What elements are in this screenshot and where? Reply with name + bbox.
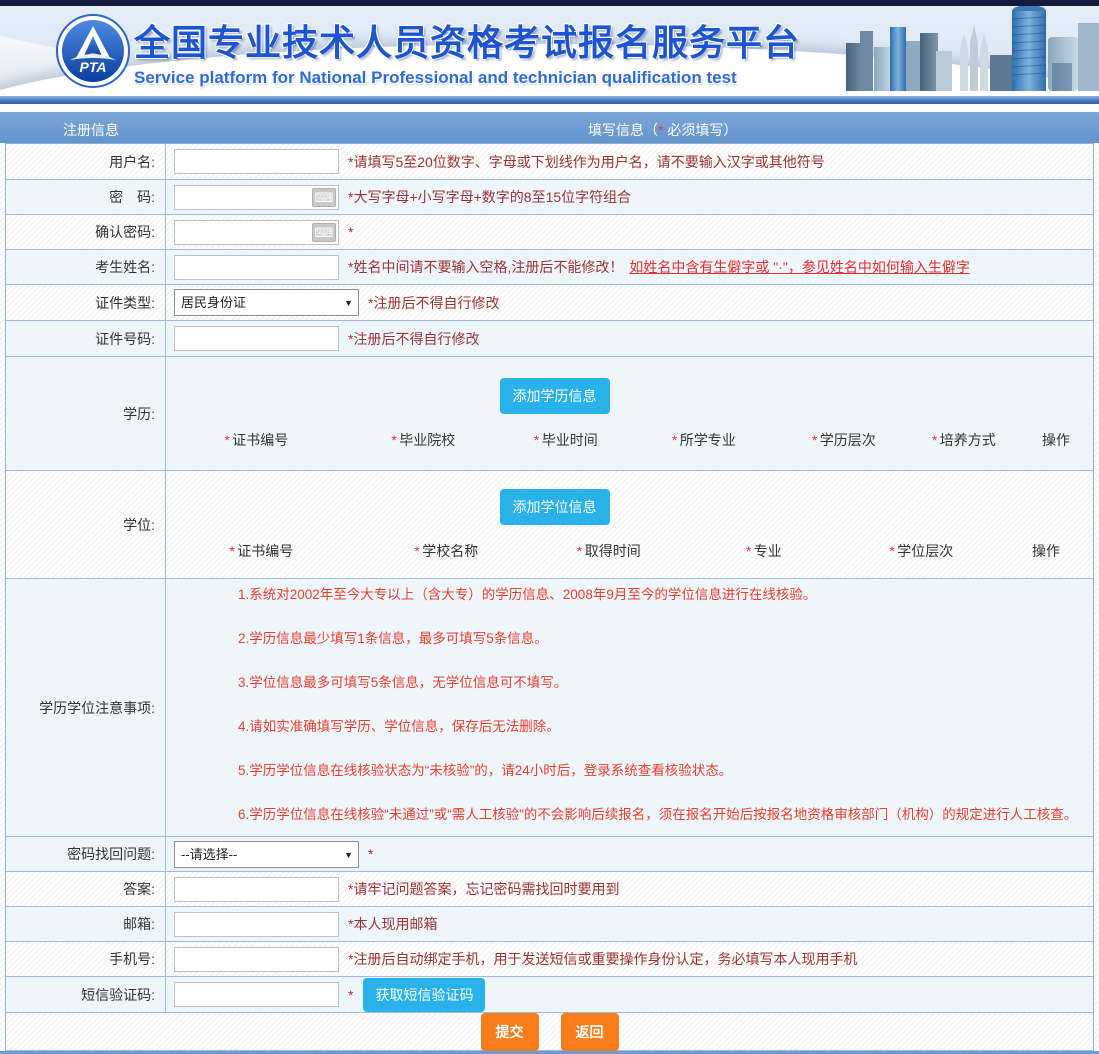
username-hint: *请填写5至20位数字、字母或下划线作为用户名，请不要输入汉字或其他符号 <box>348 152 825 172</box>
confirm-password-label: 确认密码: <box>6 215 166 249</box>
chevron-down-icon: ▼ <box>344 842 353 868</box>
id-type-hint: *注册后不得自行修改 <box>368 293 499 313</box>
registration-page: PTA 全国专业技术人员资格考试报名服务平台 Service platform … <box>0 0 1099 1054</box>
row-id-number: 证件号码: *注册后不得自行修改 <box>6 321 1093 357</box>
note-item: 5.学历学位信息在线核验状态为“未核验”的，请24小时后，登录系统查看核验状态。 <box>238 759 1093 779</box>
security-question-value: --请选择-- <box>181 847 237 862</box>
id-number-input[interactable] <box>174 326 339 351</box>
site-subtitle: Service platform for National Profession… <box>134 68 800 88</box>
get-sms-code-button[interactable]: 获取短信验证码 <box>363 978 485 1012</box>
security-question-select[interactable]: --请选择-- ▼ <box>174 841 359 868</box>
pta-logo-icon: PTA <box>56 14 130 88</box>
candidate-name-label: 考生姓名: <box>6 250 166 284</box>
id-type-label: 证件类型: <box>6 285 166 320</box>
chevron-down-icon: ▼ <box>344 290 353 316</box>
notes-label: 学历学位注意事项: <box>6 579 166 836</box>
row-education: 学历: 添加学历信息 *证书编号 *毕业院校 *毕业时间 *所学专业 *学历层次… <box>6 357 1093 471</box>
security-question-hint: * <box>368 846 373 862</box>
education-label: 学历: <box>6 357 166 470</box>
header-gap <box>0 104 1099 112</box>
candidate-name-hint: *姓名中间请不要输入空格,注册后不能修改！ <box>348 257 623 277</box>
form-footer: 提交 返回 <box>6 1013 1093 1051</box>
row-password: 密 码: ⌨ *大写字母+小写字母+数字的8至15位字符组合 <box>6 180 1093 215</box>
submit-button[interactable]: 提交 <box>481 1013 539 1051</box>
education-degree-notes: 1.系统对2002年至今大专以上（含大专）的学历信息、2008年9月至今的学位信… <box>166 569 1093 847</box>
sms-code-hint: * <box>348 987 353 1003</box>
add-education-button[interactable]: 添加学历信息 <box>500 378 610 414</box>
security-question-label: 密码找回问题: <box>6 837 166 871</box>
row-candidate-name: 考生姓名: *姓名中间请不要输入空格,注册后不能修改！ 如姓名中含有生僻字或 "… <box>6 250 1093 285</box>
sms-code-label: 短信验证码: <box>6 977 166 1012</box>
row-degree: 学位: 添加学位信息 *证书编号 *学校名称 *取得时间 *专业 *学位层次 操… <box>6 471 1093 579</box>
note-item: 6.学历学位信息在线核验“未通过”或“需人工核验”的不会影响后续报名，须在报名开… <box>238 803 1093 823</box>
cityscape-image <box>844 6 1099 96</box>
fill-info-label: 填写信息（* 必须填写） <box>588 120 737 140</box>
email-hint: *本人现用邮箱 <box>348 914 437 934</box>
candidate-name-input[interactable] <box>174 255 339 280</box>
row-notes: 学历学位注意事项: 1.系统对2002年至今大专以上（含大专）的学历信息、200… <box>6 579 1093 837</box>
tab-register-info: 注册信息 <box>63 120 119 140</box>
note-item: 2.学历信息最少填写1条信息，最多可填写5条信息。 <box>238 627 1093 647</box>
row-answer: 答案: *请牢记问题答案，忘记密码需找回时要用到 <box>6 872 1093 907</box>
username-label: 用户名: <box>6 144 166 179</box>
answer-input[interactable] <box>174 877 339 902</box>
id-type-value: 居民身份证 <box>181 295 246 310</box>
password-label: 密 码: <box>6 180 166 214</box>
mobile-input[interactable] <box>174 947 339 972</box>
mobile-label: 手机号: <box>6 942 166 976</box>
username-input[interactable] <box>174 149 339 174</box>
row-username: 用户名: *请填写5至20位数字、字母或下划线作为用户名，请不要输入汉字或其他符… <box>6 144 1093 180</box>
keyboard-icon[interactable]: ⌨ <box>312 188 336 207</box>
sms-code-input[interactable] <box>174 982 339 1007</box>
registration-form: 用户名: *请填写5至20位数字、字母或下划线作为用户名，请不要输入汉字或其他符… <box>5 143 1094 1051</box>
answer-hint: *请牢记问题答案，忘记密码需找回时要用到 <box>348 879 619 899</box>
row-mobile: 手机号: *注册后自动绑定手机，用于发送短信或重要操作身份认定，务必填写本人现用… <box>6 942 1093 977</box>
row-security-question: 密码找回问题: --请选择-- ▼ * <box>6 837 1093 872</box>
email-label: 邮箱: <box>6 907 166 941</box>
site-title: 全国专业技术人员资格考试报名服务平台 <box>134 14 800 66</box>
note-item: 1.系统对2002年至今大专以上（含大专）的学历信息、2008年9月至今的学位信… <box>238 583 1093 603</box>
id-number-hint: *注册后不得自行修改 <box>348 329 479 349</box>
note-item: 4.请如实准确填写学历、学位信息，保存后无法删除。 <box>238 715 1093 735</box>
answer-label: 答案: <box>6 872 166 906</box>
email-input[interactable] <box>174 912 339 937</box>
degree-column-headers: *证书编号 *学校名称 *取得时间 *专业 *学位层次 操作 <box>166 541 1093 561</box>
password-hint: *大写字母+小写字母+数字的8至15位字符组合 <box>348 187 631 207</box>
add-degree-button[interactable]: 添加学位信息 <box>500 489 610 525</box>
note-item: 3.学位信息最多可填写5条信息，无学位信息可不填写。 <box>238 671 1093 691</box>
keyboard-icon[interactable]: ⌨ <box>312 223 336 242</box>
row-email: 邮箱: *本人现用邮箱 <box>6 907 1093 942</box>
site-header: PTA 全国专业技术人员资格考试报名服务平台 Service platform … <box>0 6 1099 96</box>
id-number-label: 证件号码: <box>6 321 166 356</box>
row-sms-code: 短信验证码: * 获取短信验证码 <box>6 977 1093 1013</box>
id-type-select[interactable]: 居民身份证 ▼ <box>174 289 359 316</box>
row-confirm-password: 确认密码: ⌨ * <box>6 215 1093 250</box>
section-header-bar: 注册信息 填写信息（* 必须填写） <box>0 112 1099 143</box>
back-button[interactable]: 返回 <box>561 1013 619 1051</box>
rare-character-help-link[interactable]: 如姓名中含有生僻字或 "·"，参见姓名中如何输入生僻字 <box>629 257 970 277</box>
svg-text:PTA: PTA <box>80 59 107 75</box>
degree-label: 学位: <box>6 471 166 578</box>
row-id-type: 证件类型: 居民身份证 ▼ *注册后不得自行修改 <box>6 285 1093 321</box>
confirm-password-hint: * <box>348 224 353 240</box>
mobile-hint: *注册后自动绑定手机，用于发送短信或重要操作身份认定，务必填写本人现用手机 <box>348 949 857 969</box>
header-divider-bar <box>0 96 1099 104</box>
education-column-headers: *证书编号 *毕业院校 *毕业时间 *所学专业 *学历层次 *培养方式 操作 <box>166 430 1093 450</box>
